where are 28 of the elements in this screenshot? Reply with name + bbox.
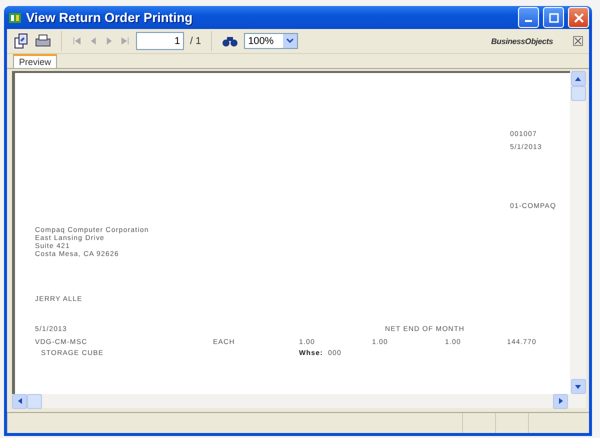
down-arrow-icon <box>574 382 582 390</box>
export-button[interactable] <box>13 33 29 49</box>
window-title: View Return Order Printing <box>26 10 194 25</box>
page-number-field[interactable]: 1 <box>136 32 184 50</box>
logo: BusinessObjects <box>491 36 553 46</box>
right-arrow-icon <box>556 397 564 405</box>
scroll-up-button[interactable] <box>570 71 586 86</box>
app-icon <box>8 10 22 24</box>
scroll-right-button[interactable] <box>553 394 568 408</box>
scroll-down-button[interactable] <box>570 379 586 394</box>
horizontal-scrollbar[interactable] <box>12 394 586 408</box>
maximize-icon <box>548 12 558 22</box>
zoom-dropdown[interactable]: 100% <box>244 33 298 49</box>
maximize-button[interactable] <box>543 7 564 28</box>
scroll-left-button[interactable] <box>12 394 27 408</box>
search-button[interactable] <box>222 34 238 48</box>
up-arrow-icon <box>574 74 582 82</box>
minimize-button[interactable] <box>518 7 539 28</box>
close-button[interactable] <box>573 36 583 46</box>
scroll-thumb[interactable] <box>27 394 42 408</box>
minimize-icon <box>525 20 532 22</box>
left-arrow-icon <box>16 397 24 405</box>
close-icon <box>574 12 584 22</box>
vertical-scrollbar[interactable] <box>570 71 586 394</box>
page-total: / 1 <box>190 36 202 46</box>
print-button[interactable] <box>35 34 51 48</box>
scroll-thumb[interactable] <box>570 86 586 101</box>
tab[interactable]: Preview <box>13 54 58 68</box>
